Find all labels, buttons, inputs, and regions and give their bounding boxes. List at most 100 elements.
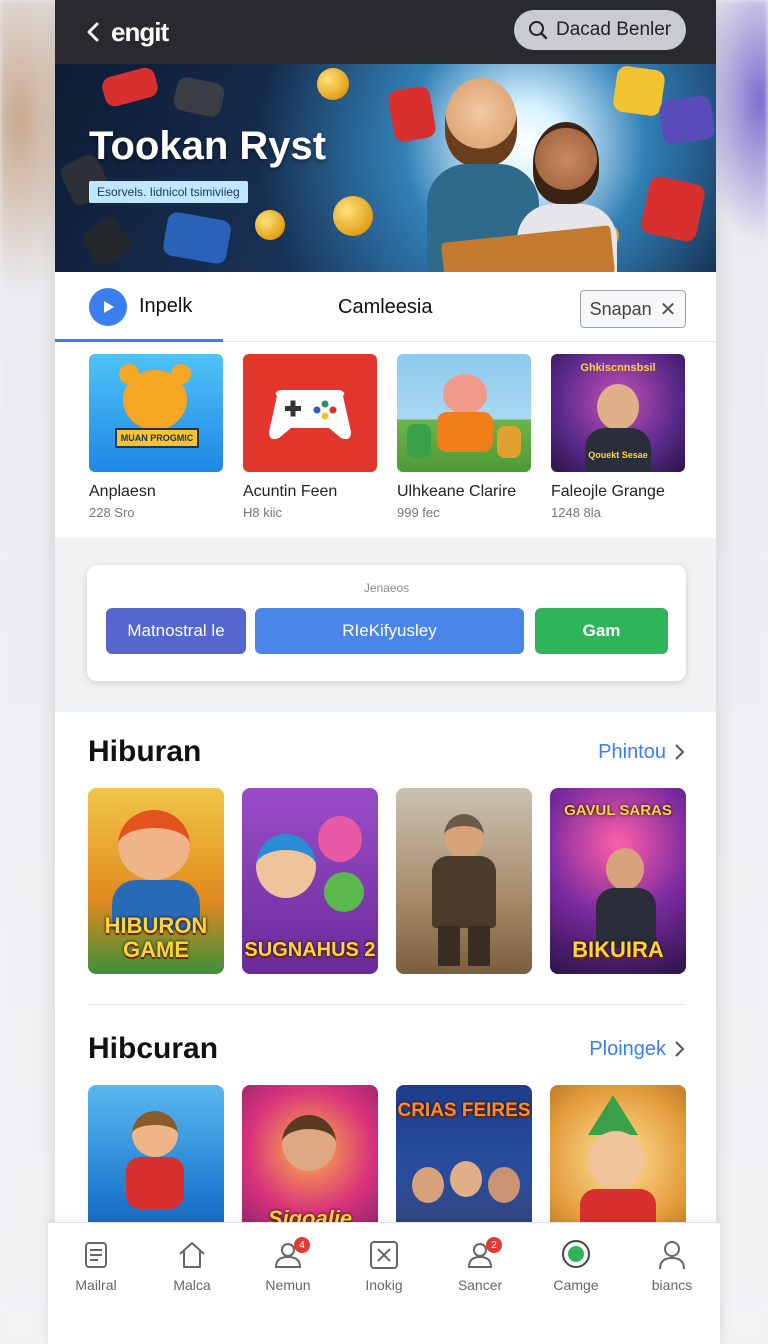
section-title: Hibcuran <box>88 1032 219 1065</box>
chevron-right-icon <box>675 1041 685 1057</box>
character-illustration <box>118 810 190 880</box>
nav-item-nemun[interactable]: 4 Nemun <box>240 1223 336 1344</box>
filter-panel: Jenaeos Matnostral le RIeKifyusley Gam <box>87 565 686 681</box>
controller-illustration <box>161 210 233 266</box>
game-card[interactable]: HIBURON GAME <box>88 788 224 974</box>
home-icon <box>179 1242 205 1268</box>
featured-sub: 1248 8la <box>551 505 601 520</box>
girl-illustration <box>533 122 599 204</box>
featured-thumbnail <box>243 354 377 472</box>
featured-name: Anplaesn <box>89 483 156 500</box>
character-illustration <box>324 872 364 912</box>
nav-label: Camge <box>553 1277 599 1293</box>
filter-button[interactable]: Gam <box>535 608 668 654</box>
play-icon <box>89 287 127 326</box>
back-arrow-icon[interactable] <box>83 21 105 43</box>
character-illustration <box>488 1167 520 1203</box>
character-illustration <box>443 374 487 414</box>
game-card-title: BIKUIRA <box>572 937 664 962</box>
controller-illustration <box>386 84 438 144</box>
character-illustration <box>132 1111 178 1157</box>
section-header: Hiburan Phintou <box>88 716 686 788</box>
section-see-all-link[interactable]: Phintou <box>598 741 686 764</box>
nav-label: Inokig <box>365 1277 403 1293</box>
character-illustration <box>588 1131 644 1189</box>
profile-icon <box>659 1241 685 1270</box>
featured-name: Faleojle Grange <box>551 483 665 500</box>
featured-item[interactable]: Acuntin Feen H8 kiic <box>243 354 377 538</box>
featured-row: MUAN PROGMIC Anplaesn 228 Sro Acuntin Fe… <box>55 342 716 538</box>
gamepad-icon <box>269 390 351 440</box>
controller-illustration <box>171 75 227 119</box>
character-illustration <box>450 1161 482 1197</box>
featured-thumbnail: MUAN PROGMIC <box>89 354 223 472</box>
character-illustration <box>437 412 493 452</box>
search-button[interactable]: Dacad Benler <box>514 10 686 50</box>
controller-illustration <box>100 65 160 109</box>
featured-item[interactable]: MUAN PROGMIC Anplaesn 228 Sro <box>89 354 223 538</box>
character-illustration <box>256 834 316 898</box>
app-title: engit <box>111 16 169 47</box>
featured-art-text: Ghkiscnnsbsil <box>580 362 656 374</box>
filter-button[interactable]: RIeKifyusley <box>255 608 524 654</box>
featured-name: Acuntin Feen <box>243 483 338 500</box>
filter-panel-caption: Jenaeos <box>363 581 410 595</box>
close-box-icon <box>370 1241 398 1269</box>
tab-middle[interactable]: Camleesia <box>338 296 432 319</box>
bear-ear-illustration <box>119 364 139 384</box>
coin-illustration <box>255 210 285 240</box>
hero-title: Tookan Ryst <box>89 124 327 168</box>
section-title: Hiburan <box>88 735 202 768</box>
document-icon <box>85 1242 107 1268</box>
featured-item[interactable]: Ulhkeane Clarire 999 fec <box>397 354 531 538</box>
character-illustration <box>468 926 490 966</box>
app-screen: engit Dacad Benler Tookan Ryst Esorvels.… <box>55 0 716 1344</box>
featured-sub: 228 Sro <box>89 505 135 520</box>
nav-label: Mailral <box>75 1277 117 1293</box>
game-card-title: HIBURON GAME <box>104 913 208 962</box>
location-pin-icon <box>562 1240 590 1268</box>
nav-label: Malca <box>173 1277 211 1293</box>
character-illustration <box>432 856 496 928</box>
character-illustration <box>597 384 639 430</box>
character-illustration <box>438 926 460 966</box>
notification-badge: 4 <box>294 1237 310 1253</box>
nav-item-camge[interactable]: Camge <box>528 1223 624 1344</box>
featured-art-text: MUAN PROGMIC <box>115 428 199 448</box>
game-card-top-text: GAVUL SARAS <box>564 802 672 819</box>
game-card[interactable]: SUGNAHUS 2 <box>242 788 378 974</box>
character-illustration <box>497 426 521 458</box>
nav-item-sancer[interactable]: 2 Sancer <box>432 1223 528 1344</box>
section-link-label: Ploingek <box>589 1037 666 1060</box>
filter-chip[interactable]: Snapan ✕ <box>580 290 686 328</box>
top-bar: engit Dacad Benler <box>55 0 716 64</box>
section-see-all-link[interactable]: Ploingek <box>589 1038 686 1061</box>
close-icon[interactable]: ✕ <box>660 297 677 322</box>
character-illustration <box>407 424 431 458</box>
nav-item-malca[interactable]: Malca <box>144 1223 240 1344</box>
character-illustration <box>318 816 362 862</box>
controller-illustration <box>658 94 716 146</box>
boy-illustration <box>445 78 517 166</box>
search-icon <box>529 21 548 40</box>
filter-section: Jenaeos Matnostral le RIeKifyusley Gam <box>55 538 716 712</box>
nav-label: biancs <box>651 1277 693 1293</box>
nav-item-biancs[interactable]: biancs <box>624 1223 720 1344</box>
game-card[interactable]: GAVUL SARAS BIKUIRA <box>550 788 686 974</box>
nav-item-inokig[interactable]: Inokig <box>336 1223 432 1344</box>
controller-illustration <box>79 214 135 270</box>
featured-thumbnail <box>397 354 531 472</box>
filter-button[interactable]: Matnostral le <box>106 608 246 654</box>
character-illustration <box>412 1167 444 1203</box>
nav-item-mailral[interactable]: Mailral <box>48 1223 144 1344</box>
featured-item[interactable]: Ghkiscnnsbsil Qouekt Sesae Faleojle Gran… <box>551 354 685 538</box>
game-card[interactable] <box>396 788 532 974</box>
controller-illustration <box>639 174 707 244</box>
character-illustration <box>282 1115 336 1171</box>
hero-banner[interactable]: Tookan Ryst Esorvels. Iidnicol tsimiviie… <box>55 64 716 272</box>
tab-active[interactable]: Inpelk <box>55 272 223 342</box>
game-card-title: SUGNAHUS 2 <box>244 939 376 961</box>
character-illustration <box>588 1095 638 1135</box>
tab-bar: Inpelk Camleesia Snapan ✕ <box>55 272 716 342</box>
controller-illustration <box>612 64 666 118</box>
